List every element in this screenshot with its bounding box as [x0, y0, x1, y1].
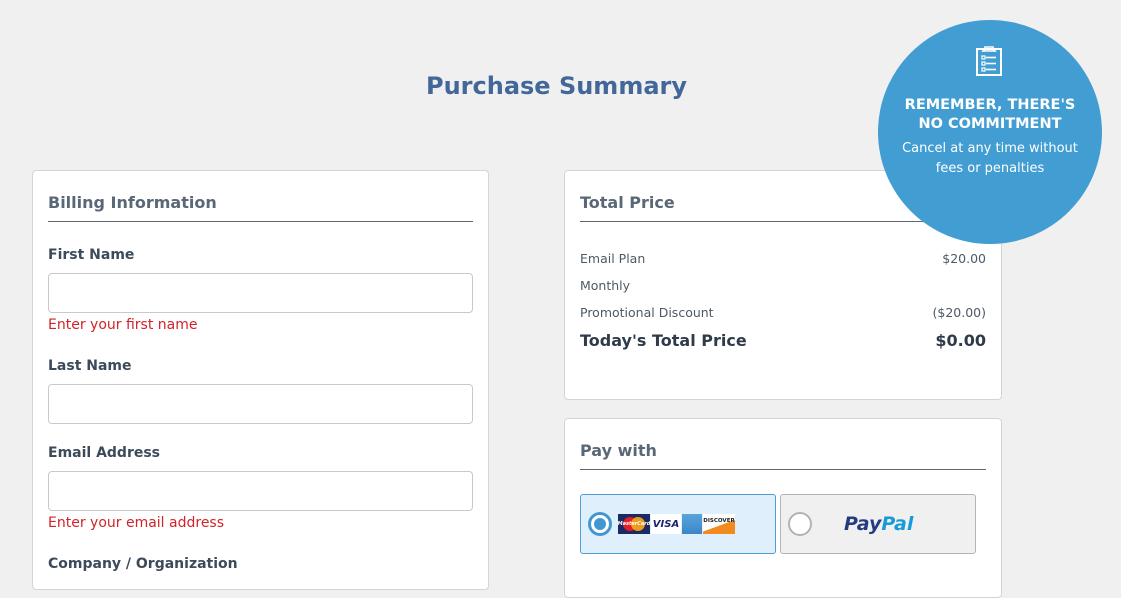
price-row-label: Email Plan	[580, 251, 646, 266]
pay-with-card: Pay with MasterCard VISA DISCOVER PayPal	[564, 418, 1002, 598]
badge-text: Cancel at any time without fees or penal…	[878, 139, 1102, 179]
paypal-radio[interactable]	[788, 512, 812, 536]
price-row-billing-period: Monthly	[580, 278, 986, 293]
badge-text-line2: fees or penalties	[935, 161, 1045, 176]
last-name-input[interactable]	[48, 384, 473, 424]
billing-heading: Billing Information	[48, 193, 473, 222]
billing-information-card: Billing Information First Name Enter you…	[32, 170, 489, 590]
total-label: Today's Total Price	[580, 331, 747, 350]
price-row-email-plan: Email Plan $20.00	[580, 251, 986, 266]
badge-title: REMEMBER, THERE'S NO COMMITMENT	[878, 96, 1102, 134]
clipboard-list-icon	[976, 46, 1002, 76]
paypal-logo-icon: PayPal	[844, 513, 913, 535]
paypal-logo-part2: Pal	[881, 513, 914, 535]
price-row-discount: Promotional Discount ($20.00)	[580, 305, 986, 320]
pay-option-credit-card[interactable]: MasterCard VISA DISCOVER	[580, 494, 776, 554]
company-label: Company / Organization	[48, 556, 238, 572]
price-row-value: $20.00	[942, 251, 986, 266]
amex-logo-icon	[682, 514, 702, 534]
discover-logo-icon: DISCOVER	[703, 514, 735, 534]
first-name-error: Enter your first name	[48, 317, 198, 333]
visa-logo-icon: VISA	[651, 514, 681, 534]
email-input[interactable]	[48, 471, 473, 511]
pay-option-paypal[interactable]: PayPal	[780, 494, 976, 554]
mastercard-logo-text: MasterCard	[618, 521, 650, 527]
price-row-value: ($20.00)	[932, 305, 987, 320]
badge-title-line1: REMEMBER, THERE'S	[904, 97, 1076, 113]
email-error: Enter your email address	[48, 515, 225, 531]
mastercard-logo-icon: MasterCard	[618, 514, 650, 534]
badge-text-line1: Cancel at any time without	[902, 141, 1078, 156]
pay-with-heading: Pay with	[580, 441, 986, 470]
badge-title-line2: NO COMMITMENT	[918, 116, 1062, 132]
email-label: Email Address	[48, 445, 161, 461]
first-name-input[interactable]	[48, 273, 473, 313]
card-logos: MasterCard VISA DISCOVER	[618, 514, 735, 534]
no-commitment-badge: REMEMBER, THERE'S NO COMMITMENT Cancel a…	[878, 20, 1102, 244]
price-row-label: Promotional Discount	[580, 305, 714, 320]
total-value: $0.00	[935, 331, 986, 350]
price-row-label: Monthly	[580, 278, 631, 293]
last-name-label: Last Name	[48, 358, 132, 374]
paypal-logo-part1: Pay	[844, 513, 882, 535]
first-name-label: First Name	[48, 247, 135, 263]
price-row-total: Today's Total Price $0.00	[580, 331, 986, 350]
credit-card-radio[interactable]	[588, 512, 612, 536]
